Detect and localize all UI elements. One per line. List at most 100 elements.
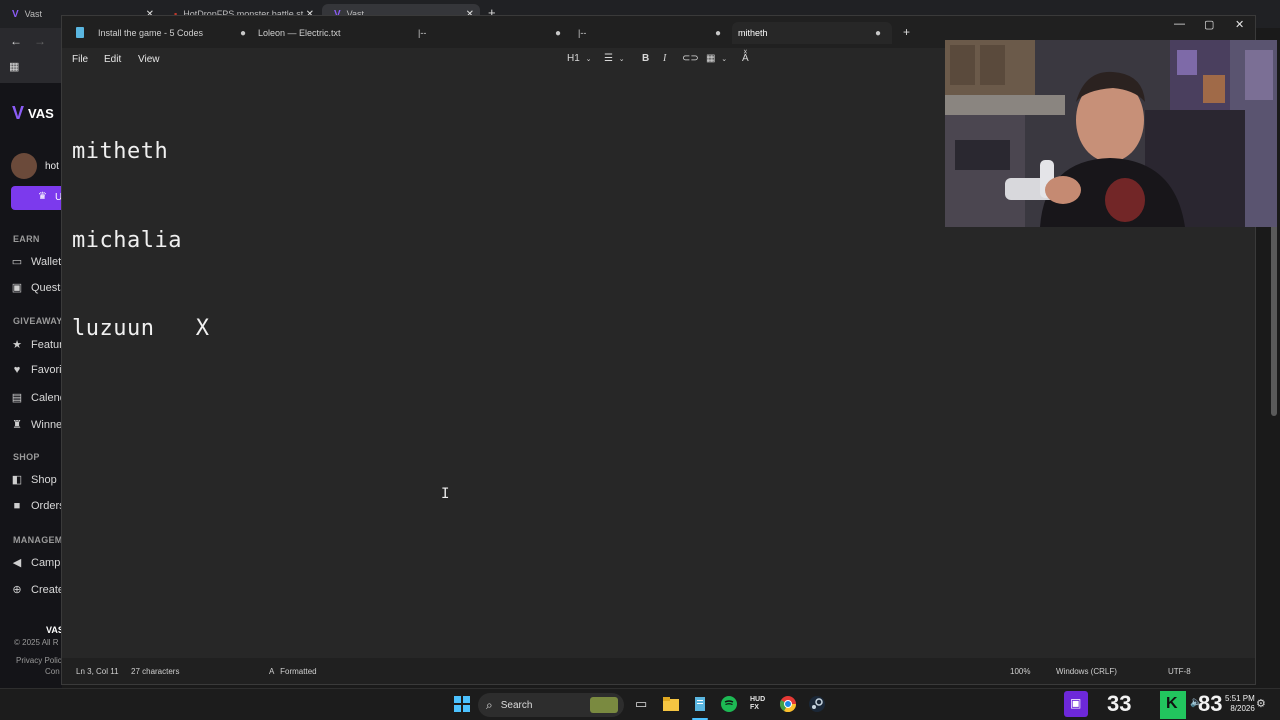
apps-grid-icon[interactable]: ▦ — [9, 60, 19, 73]
sidebar-item-quests[interactable]: ▣Quests — [11, 281, 62, 295]
volume-icon[interactable]: 🔈 — [1190, 697, 1202, 708]
crown-icon: ♛ — [38, 191, 47, 202]
section-shop: SHOP — [13, 452, 40, 462]
bold-button[interactable]: B — [642, 53, 649, 64]
kick-icon: K — [1166, 695, 1178, 712]
heart-icon: ♥ — [13, 364, 21, 376]
italic-button[interactable]: I — [663, 53, 666, 64]
notepad-tab[interactable]: |-- ● — [412, 22, 564, 44]
unsaved-dot-icon[interactable]: ● — [240, 28, 246, 39]
bag-icon: ◧ — [11, 474, 23, 486]
taskbar-search[interactable]: ⌕ Search — [478, 693, 624, 717]
text-line: luzuun X — [72, 316, 210, 341]
clock[interactable]: 5:51 PM 8/2026 — [1225, 694, 1255, 714]
heading-dropdown[interactable]: H1 ⌄ — [567, 53, 591, 64]
sidebar-item-wallet[interactable]: ▭ Wallet — [11, 255, 61, 269]
zoom-level[interactable]: 100% — [1010, 667, 1030, 676]
chevron-down-icon: ⌄ — [585, 56, 592, 63]
megaphone-icon: ◀ — [12, 557, 22, 569]
windows-start-icon[interactable] — [454, 696, 470, 712]
clear-formatting-button[interactable]: Aͯ — [742, 53, 749, 64]
menu-view[interactable]: View — [138, 54, 160, 65]
sidebar-item-favorites[interactable]: ♥ Favori — [11, 364, 62, 376]
table-dropdown[interactable]: ▦ ⌄ — [706, 53, 727, 64]
steam-icon[interactable] — [809, 696, 825, 712]
forward-icon[interactable]: → — [34, 34, 46, 48]
sidebar-item-winners[interactable]: ♜ Winne — [11, 418, 62, 432]
username: hot — [45, 161, 59, 172]
wallet-icon: ▭ — [11, 256, 23, 268]
vast-logo[interactable]: V VAS — [12, 103, 54, 124]
menu-edit[interactable]: Edit — [104, 54, 121, 65]
kick-widget: K — [1160, 691, 1186, 719]
calendar-icon: ▤ — [11, 392, 23, 404]
notepad-tab-active[interactable]: mitheth ● — [732, 22, 892, 44]
chrome-icon[interactable] — [779, 696, 797, 713]
close-window-button[interactable]: ✕ — [1235, 18, 1244, 31]
chevron-down-icon: ⌄ — [721, 56, 728, 63]
unsaved-dot-icon[interactable]: ● — [715, 28, 721, 39]
menu-file[interactable]: File — [72, 54, 88, 65]
sidebar-item-calendar[interactable]: ▤Calend — [11, 391, 62, 405]
maximize-button[interactable]: ▢ — [1204, 18, 1214, 31]
webcam-image — [945, 40, 1277, 227]
notepad-tab[interactable]: |-- ● — [572, 22, 724, 44]
notepad-tab[interactable]: Loleon — Electric.txt — [252, 22, 402, 44]
vast-logo-icon: V — [12, 103, 25, 123]
privacy-link[interactable]: Privacy Polic — [16, 656, 62, 665]
task-view-icon[interactable]: ▭ — [635, 696, 651, 712]
vast-sidebar: V VAS hot ♛ U EARN ▭Wallet ▣Quests GIVEA… — [0, 83, 62, 690]
sidebar-item-shop[interactable]: ◧ Shop — [11, 473, 57, 487]
table-icon: ▦ — [706, 53, 716, 64]
twitch-icon: ▣ — [1070, 696, 1082, 710]
text-line: mitheth — [72, 139, 169, 164]
search-highlight-icon — [590, 697, 618, 713]
list-dropdown[interactable]: ☰ ⌄ — [604, 53, 625, 64]
webcam-overlay — [945, 40, 1277, 227]
sidebar-item-create[interactable]: ⊕ Create — [11, 583, 62, 597]
box-icon: ■ — [13, 500, 21, 512]
trophy-icon: ♜ — [12, 419, 22, 431]
mouse-ibeam-cursor-icon: I — [441, 486, 450, 502]
plus-circle-icon: ⊕ — [12, 584, 22, 596]
sidebar-item-featured[interactable]: ★ Featur — [11, 338, 62, 352]
viewer-count: 33 — [1107, 691, 1132, 716]
notepad-taskbar-icon[interactable] — [692, 696, 708, 712]
back-icon[interactable]: ← — [10, 34, 22, 48]
file-explorer-icon[interactable] — [663, 696, 679, 712]
formatted-mode[interactable]: A Formatted — [269, 667, 317, 676]
unsaved-dot-icon[interactable]: ● — [555, 28, 561, 39]
sidebar-item-campaigns[interactable]: ◀ Camp — [11, 556, 61, 570]
footer-brand: VAS — [46, 625, 62, 635]
add-tab-button[interactable]: + — [903, 25, 910, 39]
avatar[interactable] — [11, 153, 37, 179]
notepad-status-bar: Ln 3, Col 11 27 characters A Formatted 1… — [62, 658, 1255, 684]
editor-text-area[interactable]: mitheth michalia luzuun X — [72, 78, 209, 403]
list-icon: ☰ — [604, 53, 613, 64]
conduct-link[interactable]: Con — [45, 667, 60, 676]
encoding[interactable]: UTF-8 — [1168, 667, 1191, 676]
formatting-icon: A — [269, 667, 274, 676]
hud-fx-icon[interactable]: HUD FX — [750, 696, 766, 712]
upgrade-button[interactable]: ♛ U — [11, 186, 62, 210]
link-button[interactable]: ⊂⊃ — [682, 53, 699, 64]
section-earn: EARN — [13, 234, 40, 244]
chevron-down-icon: ⌄ — [618, 56, 625, 63]
line-ending[interactable]: Windows (CRLF) — [1056, 667, 1117, 676]
notification-bell-icon[interactable]: ⚙ — [1256, 697, 1266, 710]
link-icon: ⊂⊃ — [682, 53, 699, 64]
browser-tab-label: Vast — [24, 9, 43, 19]
minimize-button[interactable]: — — [1174, 18, 1185, 30]
bold-icon: B — [642, 53, 650, 64]
sidebar-item-orders[interactable]: ■ Orders — [11, 500, 62, 512]
star-icon: ★ — [12, 339, 22, 351]
italic-icon: I — [663, 53, 667, 64]
section-giveaways: GIVEAWAYS — [13, 316, 62, 326]
vast-logo-icon: V — [12, 8, 19, 20]
spotify-icon[interactable] — [721, 696, 737, 712]
footer-copyright: © 2025 All R — [14, 638, 59, 647]
unsaved-dot-icon[interactable]: ● — [875, 28, 881, 39]
notepad-tab[interactable]: Install the game - 5 Codes ● — [68, 22, 246, 44]
search-icon: ⌕ — [486, 697, 493, 712]
gift-icon: ▣ — [11, 282, 23, 294]
